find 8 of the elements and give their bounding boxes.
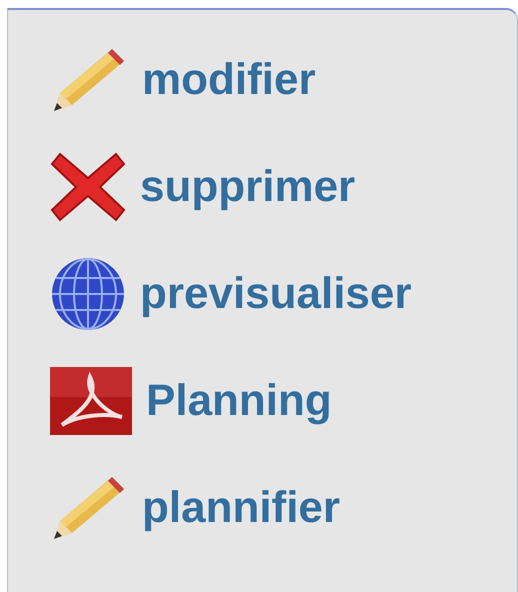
menu-item[interactable]: modifier <box>50 48 517 112</box>
pdf-icon <box>50 367 132 435</box>
globe-icon <box>50 256 126 332</box>
menu-item[interactable]: supprimer <box>50 155 517 219</box>
menu-item[interactable]: Planning <box>50 369 517 433</box>
delete-icon <box>50 152 126 222</box>
menu-item[interactable]: previsualiser <box>50 262 517 326</box>
menu-item[interactable]: plannifier <box>50 476 517 540</box>
